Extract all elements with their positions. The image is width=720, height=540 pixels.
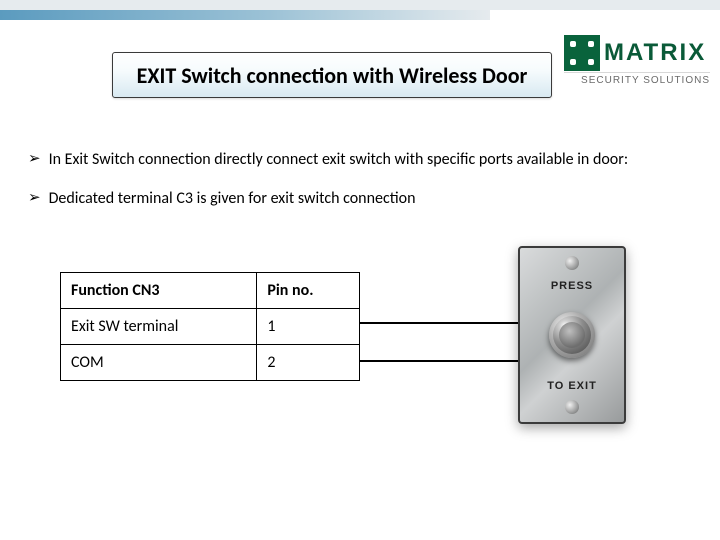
- pin-table: Function CN3 Pin no. Exit SW terminal 1 …: [60, 272, 360, 381]
- brand-tagline: SECURITY SOLUTIONS: [564, 72, 710, 86]
- bullet-text: Dedicated terminal C3 is given for exit …: [49, 189, 416, 208]
- slide-title: EXIT Switch connection with Wireless Doo…: [127, 63, 537, 89]
- header-bar-accent: [0, 10, 490, 20]
- bullet-item: ➢ Dedicated terminal C3 is given for exi…: [28, 189, 706, 208]
- screw-icon: [565, 400, 579, 414]
- cell-pin: 1: [257, 309, 360, 345]
- bullet-list: ➢ In Exit Switch connection directly con…: [28, 150, 706, 228]
- slide-title-box: EXIT Switch connection with Wireless Doo…: [112, 52, 552, 98]
- wire-line: [360, 322, 518, 324]
- brand-logo: MATRIX SECURITY SOLUTIONS: [564, 34, 710, 96]
- col-header-function: Function CN3: [61, 273, 257, 309]
- plate-label-bottom: TO EXIT: [520, 380, 624, 392]
- plate-label-top: PRESS: [520, 280, 624, 292]
- screw-icon: [565, 256, 579, 270]
- table-row: Exit SW terminal 1: [61, 309, 360, 345]
- brand-logo-top: MATRIX: [564, 34, 710, 72]
- bullet-text: In Exit Switch connection directly conne…: [49, 150, 629, 169]
- header-band: [0, 0, 720, 36]
- chevron-right-icon: ➢: [28, 150, 41, 169]
- table-header-row: Function CN3 Pin no.: [61, 273, 360, 309]
- bullet-item: ➢ In Exit Switch connection directly con…: [28, 150, 706, 169]
- push-button: [549, 312, 595, 358]
- exit-switch-plate: PRESS TO EXIT: [518, 246, 626, 424]
- cell-pin: 2: [257, 345, 360, 381]
- cell-function: COM: [61, 345, 257, 381]
- table-row: COM 2: [61, 345, 360, 381]
- cell-function: Exit SW terminal: [61, 309, 257, 345]
- brand-logo-icon: [564, 35, 600, 71]
- col-header-pin: Pin no.: [257, 273, 360, 309]
- brand-name: MATRIX: [604, 39, 706, 67]
- chevron-right-icon: ➢: [28, 189, 41, 208]
- header-bar-light: [0, 0, 720, 10]
- pin-table-container: Function CN3 Pin no. Exit SW terminal 1 …: [60, 272, 360, 381]
- wire-line: [360, 360, 518, 362]
